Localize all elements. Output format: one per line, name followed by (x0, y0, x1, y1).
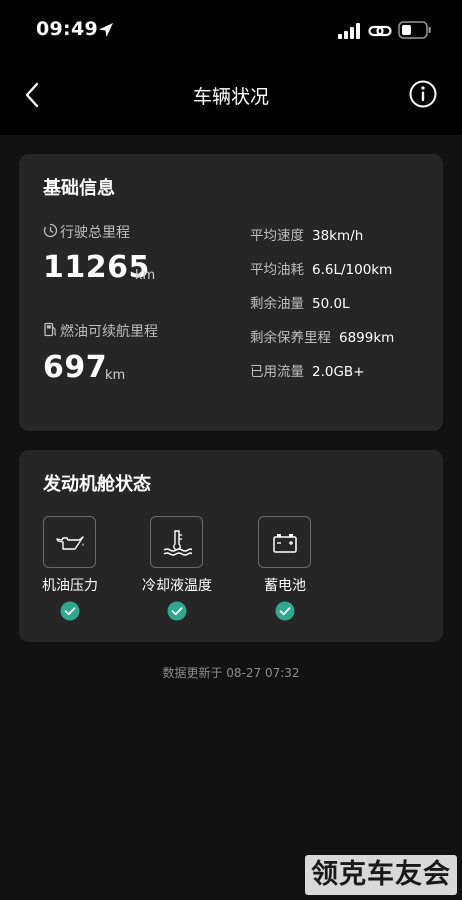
stat-value: 6899km (339, 330, 395, 346)
stat-label: 平均速度 (250, 228, 304, 244)
oil-can-icon (56, 536, 84, 550)
location-arrow-icon (99, 23, 113, 37)
engine-status-title: 发动机舱状态 (43, 474, 151, 495)
check-circle-icon (167, 601, 187, 621)
engine-item-coolant-temperature[interactable]: 冷却液温度 (122, 516, 232, 626)
stat-value: 6.6L/100km (312, 262, 393, 278)
stat-value: 50.0L (312, 296, 350, 312)
stat-data-used: 已用流量 2.0GB+ (250, 360, 365, 380)
status-time: 09:49 (36, 18, 98, 40)
basic-info-title: 基础信息 (43, 178, 115, 199)
engine-item-label: 蓄电池 (264, 578, 306, 594)
basic-info-card: 基础信息 行驶总里程 11265 km 燃油可续航里程 697 km 平均速度 3… (19, 154, 443, 431)
stat-remaining-maintenance-mileage: 剩余保养里程 6899km (250, 326, 394, 346)
engine-item-label: 冷却液温度 (142, 578, 212, 594)
nav-bar: 车辆状况 (0, 60, 462, 135)
engine-item-oil-pressure[interactable]: 机油压力 (15, 516, 125, 626)
stat-label: 剩余油量 (250, 296, 304, 312)
total-mileage-label: 行驶总里程 (60, 225, 130, 241)
info-button[interactable] (408, 79, 438, 109)
fuel-range-label: 燃油可续航里程 (60, 324, 158, 340)
stat-label: 平均油耗 (250, 262, 304, 278)
coolant-temperature-icon (163, 530, 192, 556)
total-mileage-value: 11265 (43, 250, 150, 285)
engine-item-battery[interactable]: 蓄电池 (230, 516, 340, 626)
engine-icon-box (150, 516, 203, 568)
engine-icon-box (43, 516, 96, 568)
data-update-time: 数据更新于 08-27 07:32 (162, 666, 300, 680)
watermark-logo: 领克车友会 (305, 855, 457, 895)
fuel-pump-icon (44, 322, 57, 337)
stat-remaining-fuel: 剩余油量 50.0L (250, 292, 350, 312)
timer-icon (43, 223, 58, 238)
check-circle-icon (275, 601, 295, 621)
engine-icon-box (258, 516, 311, 568)
battery-icon (398, 21, 431, 39)
stat-average-fuel-consumption: 平均油耗 6.6L/100km (250, 258, 392, 278)
stat-label: 已用流量 (250, 364, 304, 380)
stat-value: 38km/h (312, 228, 364, 244)
signal-bars-icon (338, 23, 360, 39)
stat-value: 2.0GB+ (312, 364, 365, 380)
status-bar: 09:49 (0, 0, 462, 60)
page-title: 车辆状况 (192, 86, 269, 108)
stat-label: 剩余保养里程 (250, 330, 331, 346)
car-battery-icon (273, 534, 297, 553)
check-circle-icon (60, 601, 80, 621)
link-icon (368, 25, 392, 37)
fuel-range-unit: km (105, 368, 126, 383)
stat-average-speed: 平均速度 38km/h (250, 224, 363, 244)
fuel-range-value: 697 (43, 350, 108, 385)
total-mileage-unit: km (135, 268, 156, 283)
engine-item-label: 机油压力 (42, 578, 98, 594)
engine-status-card: 发动机舱状态 机油压力 冷却液温度 蓄电池 (19, 450, 443, 642)
